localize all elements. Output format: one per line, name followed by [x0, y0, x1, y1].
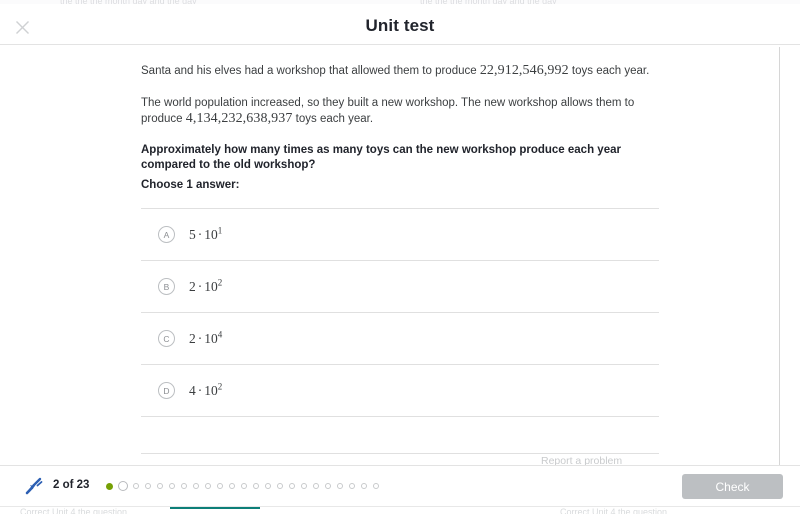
progress-dot-current[interactable]	[118, 481, 128, 491]
progress-dot[interactable]	[157, 483, 163, 489]
choice-d-mantissa: 10	[204, 382, 218, 398]
background-ghost-text-bottom-2: Correct Unit 4 the question	[20, 507, 128, 514]
progress-dot[interactable]	[253, 483, 259, 489]
answer-choice-list: A 5 · 101 B 2 · 102 C 2 · 104 D 4 · 102	[141, 208, 659, 417]
progress-dot[interactable]	[277, 483, 283, 489]
content-right-border	[779, 47, 780, 465]
choice-b-operator: ·	[197, 278, 203, 294]
report-problem-link[interactable]: Report a problem	[541, 455, 622, 465]
progress-dot[interactable]	[337, 483, 343, 489]
answer-choice-d[interactable]: D 4 · 102	[141, 364, 659, 417]
choice-letter-badge-d: D	[158, 382, 175, 399]
progress-dot[interactable]	[301, 483, 307, 489]
question-prompt: Approximately how many times as many toy…	[141, 144, 621, 171]
question-paragraph-2: The world population increased, so they …	[141, 95, 661, 127]
choice-text-d: 4 · 102	[189, 381, 223, 399]
choice-a-mantissa: 10	[204, 226, 218, 242]
progress-dot[interactable]	[217, 483, 223, 489]
check-button[interactable]: Check	[682, 474, 783, 499]
paragraph-2-number: 4,134,232,638,937	[185, 111, 293, 126]
choice-text-b: 2 · 102	[189, 277, 223, 295]
progress-dot[interactable]	[169, 483, 175, 489]
choice-letter-badge-a: A	[158, 226, 175, 243]
answer-choice-c[interactable]: C 2 · 104	[141, 312, 659, 364]
page-title: Unit test	[365, 16, 435, 35]
choice-c-mantissa: 10	[204, 330, 218, 346]
progress-dot[interactable]	[349, 483, 355, 489]
progress-dot[interactable]	[193, 483, 199, 489]
progress-dot[interactable]	[133, 483, 139, 489]
choice-b-mantissa: 10	[204, 278, 218, 294]
question-body: Santa and his elves had a workshop that …	[141, 63, 661, 193]
paragraph-1-text-after: toys each year.	[568, 65, 650, 77]
choice-a-exponent: 1	[217, 225, 223, 235]
progress-dot[interactable]	[289, 483, 295, 489]
choice-text-c: 2 · 104	[189, 329, 223, 347]
question-progress-dots	[106, 478, 385, 494]
choose-answer-label: Choose 1 answer:	[141, 179, 240, 191]
streak-icon	[25, 477, 43, 495]
choice-c-exponent: 4	[217, 329, 223, 339]
paragraph-1-number: 22,912,546,992	[479, 63, 569, 78]
choice-c-base: 2	[189, 330, 196, 346]
paragraph-1-text-before: Santa and his elves had a workshop that …	[141, 65, 480, 77]
question-progress-label: 2 of 23	[53, 479, 90, 491]
progress-dot[interactable]	[373, 483, 379, 489]
progress-dot[interactable]	[325, 483, 331, 489]
modal-header: Unit test	[0, 4, 800, 45]
report-problem-clip: Report a problem	[141, 453, 659, 465]
choice-d-operator: ·	[197, 382, 203, 398]
exercise-footer: 2 of 23 Check	[0, 465, 800, 506]
progress-dot-answered[interactable]	[106, 482, 113, 490]
question-scroll-area[interactable]: Santa and his elves had a workshop that …	[0, 45, 800, 465]
choice-b-base: 2	[189, 278, 196, 294]
choice-b-exponent: 2	[217, 277, 223, 287]
choice-c-operator: ·	[197, 330, 203, 346]
choice-d-exponent: 2	[217, 381, 223, 391]
progress-dot[interactable]	[205, 483, 211, 489]
choice-text-a: 5 · 101	[189, 225, 223, 243]
progress-dot[interactable]	[229, 483, 235, 489]
background-teal-bar	[170, 507, 260, 509]
choice-a-base: 5	[189, 226, 196, 242]
progress-dot[interactable]	[145, 483, 151, 489]
question-paragraph-1: Santa and his elves had a workshop that …	[141, 63, 661, 79]
choice-a-operator: ·	[197, 226, 203, 242]
progress-dot[interactable]	[241, 483, 247, 489]
progress-dot[interactable]	[313, 483, 319, 489]
progress-dot[interactable]	[181, 483, 187, 489]
progress-dot[interactable]	[361, 483, 367, 489]
answer-choice-b[interactable]: B 2 · 102	[141, 260, 659, 312]
progress-dot[interactable]	[265, 483, 271, 489]
answer-choice-a[interactable]: A 5 · 101	[141, 208, 659, 260]
paragraph-2-text-after: toys each year.	[292, 113, 374, 125]
choice-d-base: 4	[189, 382, 196, 398]
background-ghost-text-bottom: Correct Unit 4 the question	[560, 507, 668, 514]
choice-letter-badge-c: C	[158, 330, 175, 347]
background-page-bottom-sliver: Correct Unit 4 the question Correct Unit…	[0, 506, 800, 514]
choice-letter-badge-b: B	[158, 278, 175, 295]
